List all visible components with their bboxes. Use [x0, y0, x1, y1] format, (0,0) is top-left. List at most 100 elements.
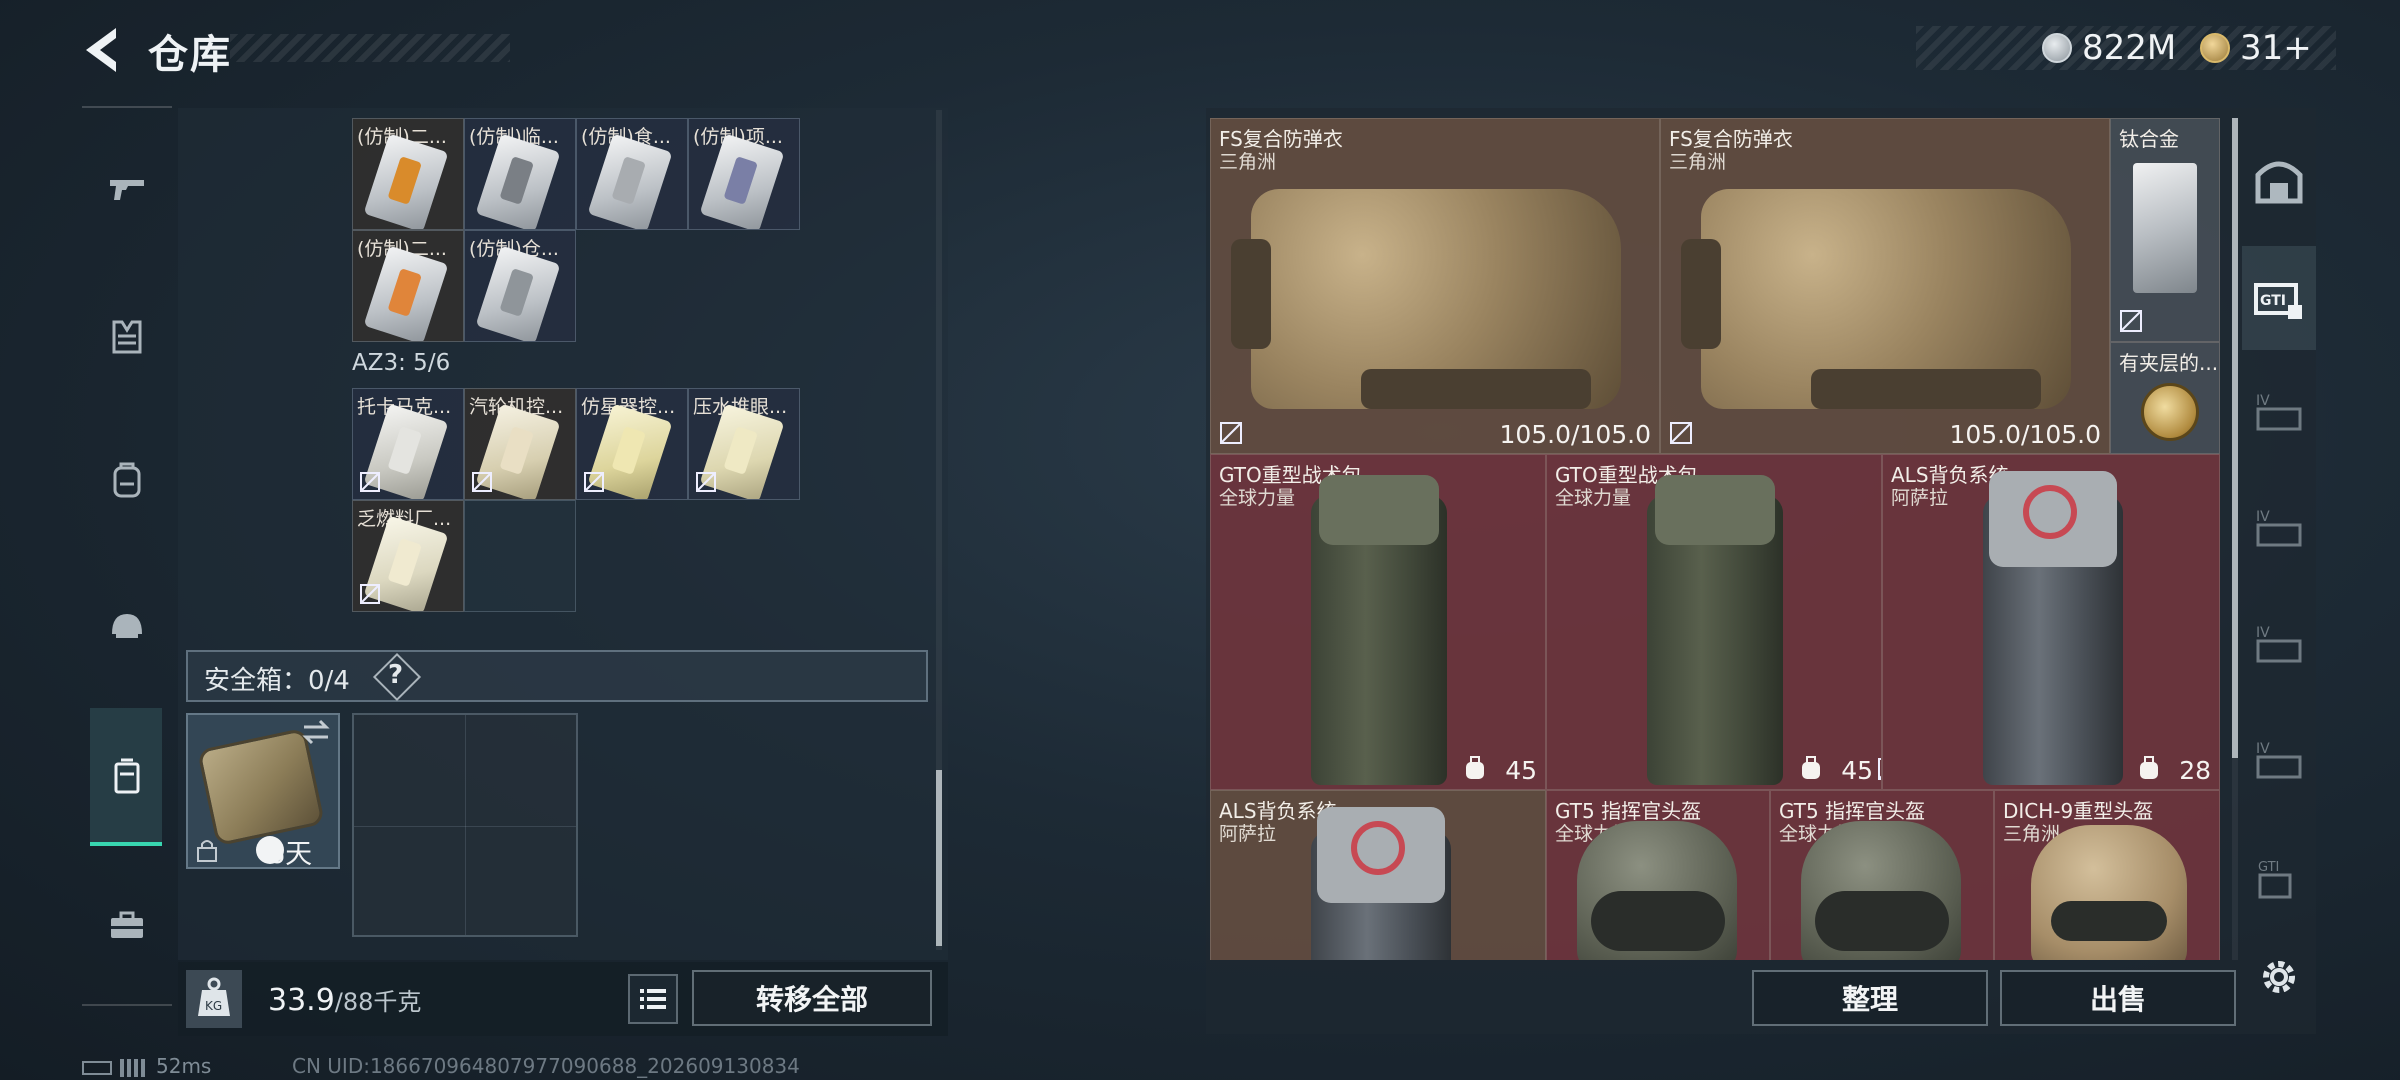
- back-button[interactable]: [78, 24, 126, 76]
- svg-text:GTI: GTI: [2258, 860, 2279, 875]
- bound-icon: [472, 472, 492, 492]
- warehouse-tab-main[interactable]: [2242, 130, 2316, 230]
- safebox-slot-grid[interactable]: [352, 713, 578, 937]
- backpack-icon: [113, 462, 141, 498]
- silver-coin-icon: [2042, 33, 2072, 63]
- warehouse-icon: [2255, 161, 2303, 204]
- container-az3-label: AZ3: 5/6: [352, 350, 451, 376]
- safebox-expiry: 6天: [268, 839, 313, 870]
- item-cell[interactable]: (仿制)二...: [352, 118, 464, 230]
- item-cell[interactable]: ALS背负系统 阿萨拉 28: [1882, 454, 2220, 790]
- silver-currency[interactable]: 822M: [2042, 26, 2176, 70]
- bound-icon: [360, 472, 380, 492]
- safebox-capacity: 安全箱：0/4: [204, 666, 350, 696]
- lock-icon: [197, 840, 217, 862]
- nav-weapons[interactable]: [92, 154, 162, 224]
- warehouse-tab-5[interactable]: IV: [2242, 712, 2316, 812]
- back-arrow-icon: [86, 28, 116, 72]
- item-cell[interactable]: 乏燃料厂...: [352, 500, 464, 612]
- backpack-icon: [2140, 756, 2158, 779]
- item-durability: 105.0/105.0: [1499, 420, 1651, 449]
- gold-amount: 31+: [2240, 28, 2312, 68]
- nav-armor[interactable]: [92, 302, 162, 372]
- list-icon: [640, 989, 666, 1009]
- gold-currency[interactable]: 31+: [2200, 26, 2312, 70]
- item-cell[interactable]: 压水堆眼...: [688, 388, 800, 500]
- item-cell[interactable]: 汽轮机控...: [464, 388, 576, 500]
- settings-gear-icon[interactable]: [2256, 954, 2302, 1000]
- weight-max: /88千克: [334, 988, 422, 1016]
- warehouse-tab-1[interactable]: GTI: [2242, 248, 2316, 348]
- sort-button[interactable]: 整理: [1752, 970, 1988, 1026]
- signal-icon: [120, 1058, 146, 1077]
- item-cell[interactable]: GTO重型战术包 全球力量 45: [1210, 454, 1546, 790]
- nav-safebox[interactable]: [92, 742, 162, 812]
- list-view-button[interactable]: [628, 974, 678, 1024]
- backpack-icon: [1466, 756, 1484, 779]
- swap-icon[interactable]: [300, 718, 332, 746]
- sell-button[interactable]: 出售: [2000, 970, 2236, 1026]
- storage-expansion-icon: IV: [2256, 625, 2302, 663]
- bound-icon: [584, 472, 604, 492]
- empty-slot[interactable]: [464, 500, 576, 612]
- item-cell[interactable]: (仿制)临...: [464, 118, 576, 230]
- inventory-scrollbar-thumb[interactable]: [936, 770, 942, 946]
- title-decoration: [230, 34, 510, 62]
- weight-icon: KG: [186, 970, 242, 1028]
- bound-icon: [696, 472, 716, 492]
- storage-expansion-icon: IV: [2256, 509, 2302, 547]
- carry-weight: 33.9/88千克: [268, 982, 421, 1018]
- warehouse-tab-3[interactable]: IV: [2242, 480, 2316, 580]
- item-name: 有夹层的...: [2119, 351, 2219, 375]
- bound-icon: [1220, 422, 1242, 444]
- item-cell[interactable]: 有夹层的...: [2110, 342, 2220, 454]
- transfer-all-button[interactable]: 转移全部: [692, 970, 932, 1026]
- item-faction: 全球力量: [1219, 487, 1296, 509]
- svg-text:IV: IV: [2256, 625, 2270, 641]
- gold-coin-icon: [2200, 33, 2230, 63]
- user-uid: CN UID:18667096480797709068​8_2026091308…: [292, 1054, 800, 1078]
- storage-expansion-icon: GTI: [2254, 283, 2302, 319]
- item-cell[interactable]: 仿星器控...: [576, 388, 688, 500]
- warehouse-tab-6[interactable]: GTI: [2242, 828, 2316, 928]
- item-cell[interactable]: (仿制)项...: [688, 118, 800, 230]
- item-cell[interactable]: (仿制)仓...: [464, 230, 576, 342]
- item-cell[interactable]: (仿制)二...: [352, 230, 464, 342]
- battery-icon: [82, 1060, 112, 1075]
- item-cell[interactable]: 钛合金: [2110, 118, 2220, 342]
- item-cell[interactable]: GTO重型战术包 全球力量 45: [1546, 454, 1882, 790]
- vest-icon: [112, 320, 142, 354]
- item-cell[interactable]: GT5 指挥官头盔 全球力量: [1546, 790, 1770, 960]
- nav-backpack[interactable]: [92, 446, 162, 516]
- nav-divider-bottom: [82, 1004, 172, 1006]
- item-durability: 105.0/105.0: [1949, 420, 2101, 449]
- item-faction: 阿萨拉: [1219, 823, 1277, 845]
- item-cell[interactable]: 托卡马克...: [352, 388, 464, 500]
- item-cell[interactable]: FS复合防弹衣 三角洲 105.0/105.0: [1660, 118, 2110, 454]
- safebox-icon: [114, 758, 140, 794]
- warehouse-grid: FS复合防弹衣 三角洲 105.0/105.0 FS复合防弹衣 三角洲 105.…: [1210, 118, 2220, 960]
- warehouse-scrollbar-thumb[interactable]: [2232, 118, 2238, 758]
- nav-helmet[interactable]: [92, 592, 162, 662]
- nav-toolbox[interactable]: [92, 890, 162, 960]
- storage-expansion-icon: IV: [2256, 393, 2302, 431]
- item-faction: 阿萨拉: [1891, 487, 1949, 509]
- page-title: 仓库: [148, 32, 232, 78]
- weight-current: 33.9: [268, 983, 335, 1018]
- item-capacity: 45: [1505, 756, 1537, 785]
- bound-icon: [1670, 422, 1692, 444]
- item-name: 钛合金: [2119, 127, 2179, 151]
- warehouse-tab-2[interactable]: IV: [2242, 364, 2316, 464]
- svg-text:GTI: GTI: [2260, 293, 2286, 309]
- item-cell[interactable]: GT5 指挥官头盔 全球力量: [1770, 790, 1994, 960]
- gun-icon: [110, 180, 144, 200]
- warehouse-tab-4[interactable]: IV: [2242, 596, 2316, 696]
- item-cell[interactable]: (仿制)食...: [576, 118, 688, 230]
- item-cell[interactable]: FS复合防弹衣 三角洲 105.0/105.0: [1210, 118, 1660, 454]
- item-faction: 三角洲: [1669, 151, 1727, 173]
- network-status: 52ms: [82, 1054, 211, 1078]
- item-cell[interactable]: ALS背负系统 阿萨拉: [1210, 790, 1546, 960]
- helmet-icon: [112, 614, 142, 638]
- silver-amount: 822M: [2082, 28, 2177, 68]
- item-cell[interactable]: DICH-9重型头盔 三角洲: [1994, 790, 2220, 960]
